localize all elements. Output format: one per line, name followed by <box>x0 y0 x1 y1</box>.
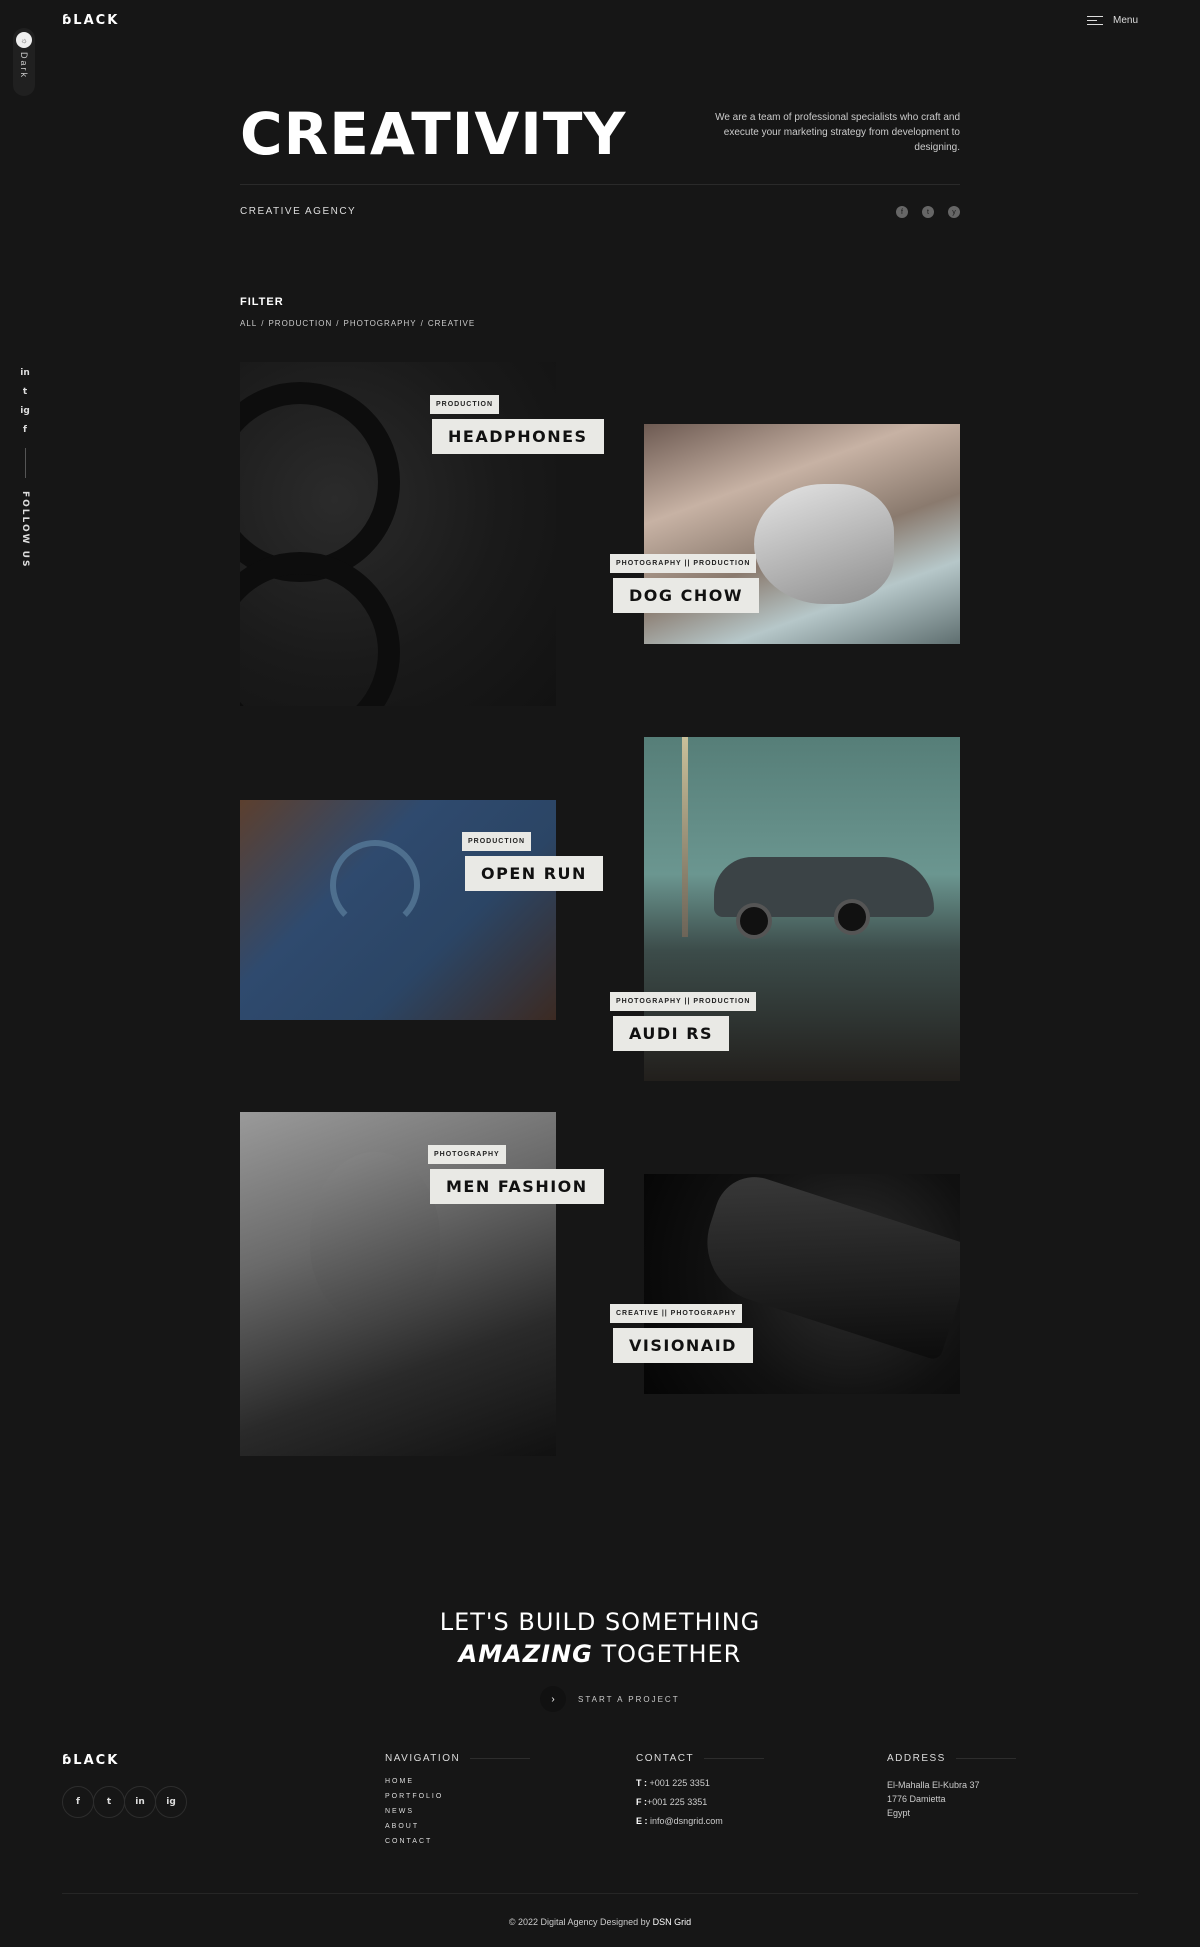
copyright-brand-link[interactable]: DSN Grid <box>653 1917 692 1927</box>
portfolio-image-headphones[interactable] <box>240 362 556 706</box>
facebook-icon[interactable]: f <box>896 206 908 218</box>
facebook-icon[interactable]: f <box>23 425 27 435</box>
lamp-post-shape <box>682 737 688 937</box>
footer-nav-about[interactable]: ABOUT <box>385 1823 530 1830</box>
footer-nav-heading: NAVIGATION <box>385 1753 531 1764</box>
instagram-icon[interactable]: ig <box>155 1786 187 1818</box>
portfolio-tag[interactable]: PRODUCTION <box>430 395 500 414</box>
portfolio-title[interactable]: DOG CHOW <box>613 578 759 613</box>
copyright: © 2022 Digital Agency Designed by DSN Gr… <box>508 1917 692 1927</box>
filter-separator: / <box>336 319 340 328</box>
chevron-right-icon: › <box>540 1686 566 1712</box>
facebook-icon[interactable]: f <box>62 1786 94 1818</box>
footer-address-heading: ADDRESS <box>887 1753 1016 1764</box>
footer-social-links: f t in ig <box>62 1786 187 1818</box>
footer-nav-news[interactable]: NEWS <box>385 1808 530 1815</box>
twitter-icon[interactable]: t <box>23 387 27 397</box>
footer-address-title: ADDRESS <box>887 1753 946 1764</box>
divider <box>62 1893 1138 1894</box>
linkedin-icon[interactable]: in <box>20 368 30 378</box>
footer-contact-heading: CONTACT <box>636 1753 765 1764</box>
portfolio-tag[interactable]: PHOTOGRAPHY <box>428 1145 506 1164</box>
theme-toggle-label: Dark <box>19 52 29 80</box>
hero-subtitle: CREATIVE AGENCY <box>240 206 357 217</box>
portfolio-image-men-fashion[interactable] <box>240 1112 556 1456</box>
filter-separator: / <box>420 319 424 328</box>
dog-shape <box>754 484 894 604</box>
footer-nav-title: NAVIGATION <box>385 1753 461 1764</box>
portfolio-title[interactable]: AUDI RS <box>613 1016 730 1051</box>
portfolio-title[interactable]: OPEN RUN <box>465 856 603 891</box>
divider <box>240 184 960 185</box>
footer-address-text: El-Mahalla El-Kubra 37 1776 Damietta Egy… <box>887 1780 980 1818</box>
portfolio-tag[interactable]: PHOTOGRAPHY || PRODUCTION <box>610 554 757 573</box>
car-wheel-shape <box>834 899 870 935</box>
filter-list: ALL / PRODUCTION / PHOTOGRAPHY / CREATIV… <box>240 319 475 328</box>
cta-emphasis: AMAZING <box>458 1640 593 1668</box>
menu-label: Menu <box>1112 15 1138 26</box>
headphone-shape <box>240 552 400 706</box>
twitter-icon[interactable]: t <box>922 206 934 218</box>
footer-logo[interactable]: ɓLACK <box>62 1753 119 1768</box>
linkedin-icon[interactable]: in <box>124 1786 156 1818</box>
filter-separator: / <box>261 319 265 328</box>
cta-line-2: AMAZING TOGETHER <box>0 1638 1200 1670</box>
side-social-bar: in t ig f FOLLOW US <box>18 368 32 568</box>
portfolio-title[interactable]: VISIONAID <box>613 1328 753 1363</box>
portfolio-tag[interactable]: CREATIVE || PHOTOGRAPHY <box>610 1304 743 1323</box>
cta-heading: LET'S BUILD SOMETHING AMAZING TOGETHER <box>0 1606 1200 1670</box>
filter-all[interactable]: ALL <box>240 319 257 328</box>
cta-line-1: LET'S BUILD SOMETHING <box>439 1608 761 1636</box>
menu-button[interactable]: Menu <box>1086 15 1138 26</box>
portfolio-tag[interactable]: PHOTOGRAPHY || PRODUCTION <box>610 992 757 1011</box>
filter-title: FILTER <box>240 296 284 308</box>
footer-phone[interactable]: T : +001 225 3351 <box>636 1778 764 1788</box>
footer-fax[interactable]: F :+001 225 3351 <box>636 1797 764 1807</box>
footer-nav-contact[interactable]: CONTACT <box>385 1838 530 1845</box>
page-title: CREATIVITY <box>240 100 627 168</box>
footer-email[interactable]: E : info@dsngrid.com <box>636 1816 764 1826</box>
cta-line-2-rest: TOGETHER <box>601 1640 742 1668</box>
portfolio-tag[interactable]: PRODUCTION <box>462 832 532 851</box>
footer-address: ADDRESS El-Mahalla El-Kubra 37 1776 Dami… <box>887 1753 1016 1820</box>
start-project-label: START A PROJECT <box>578 1694 680 1704</box>
hero-social-links: f t y <box>896 206 960 218</box>
car-wheel-shape <box>736 903 772 939</box>
hero-description: We are a team of professional specialist… <box>715 112 960 153</box>
filter-photography[interactable]: PHOTOGRAPHY <box>343 319 416 328</box>
start-project-button[interactable]: › START A PROJECT <box>540 1686 680 1712</box>
filter-creative[interactable]: CREATIVE <box>428 319 475 328</box>
footer-nav-home[interactable]: HOME <box>385 1778 530 1785</box>
logo[interactable]: ɓLACK <box>62 13 119 28</box>
follow-us-label: FOLLOW US <box>20 491 30 569</box>
divider <box>24 448 26 478</box>
instagram-icon[interactable]: ig <box>20 406 30 416</box>
headphone-shape <box>240 382 400 582</box>
youtube-icon[interactable]: y <box>948 206 960 218</box>
footer-nav-portfolio[interactable]: PORTFOLIO <box>385 1793 530 1800</box>
footer-contact-title: CONTACT <box>636 1753 695 1764</box>
headset-shape <box>330 840 420 930</box>
footer-navigation: NAVIGATION HOME PORTFOLIO NEWS ABOUT CON… <box>385 1753 531 1845</box>
hamburger-icon <box>1086 15 1103 26</box>
footer-contact: CONTACT T : +001 225 3351 F :+001 225 33… <box>636 1753 765 1826</box>
theme-toggle[interactable]: ☼ Dark <box>13 28 35 96</box>
sun-icon: ☼ <box>16 32 32 48</box>
twitter-icon[interactable]: t <box>93 1786 125 1818</box>
filter-production[interactable]: PRODUCTION <box>268 319 332 328</box>
portrait-shape <box>310 1152 440 1322</box>
portfolio-title[interactable]: MEN FASHION <box>430 1169 604 1204</box>
portfolio-title[interactable]: HEADPHONES <box>432 419 604 454</box>
